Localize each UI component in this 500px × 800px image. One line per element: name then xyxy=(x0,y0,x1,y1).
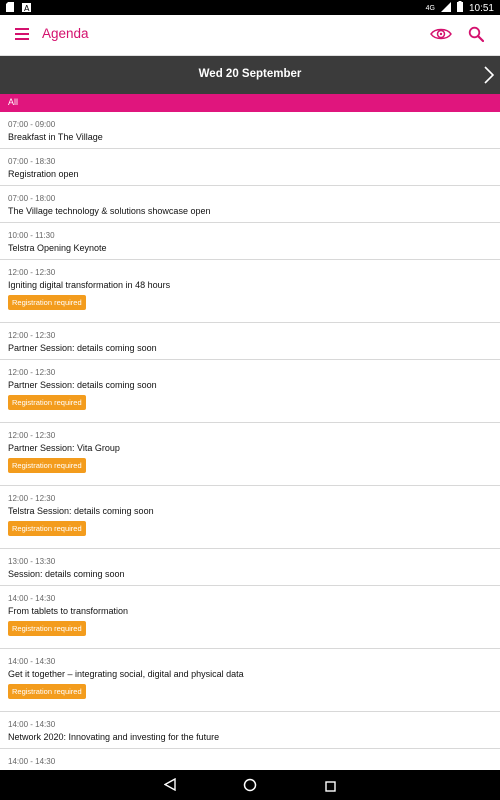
battery-icon xyxy=(456,1,463,15)
item-title: Igniting digital transformation in 48 ho… xyxy=(8,280,171,290)
item-time: 12:00 - 12:30 xyxy=(8,431,56,440)
back-icon[interactable] xyxy=(163,777,176,796)
item-time: 07:00 - 18:30 xyxy=(8,157,56,166)
clock: 10:51 xyxy=(468,2,494,14)
list-item[interactable]: 07:00 - 09:00 Breakfast in The Village xyxy=(0,112,500,149)
eye-icon[interactable] xyxy=(430,26,452,47)
item-time: 13:00 - 13:30 xyxy=(8,557,56,566)
item-time: 10:00 - 11:30 xyxy=(8,231,55,240)
item-title: Network 2020: Innovating and investing f… xyxy=(8,732,220,742)
item-title: From tablets to transformation xyxy=(8,606,129,616)
list-item[interactable]: 12:00 - 12:30 Igniting digital transform… xyxy=(0,260,500,323)
item-time: 14:00 - 14:30 xyxy=(8,594,56,603)
item-title: Telstra Session: details coming soon xyxy=(8,506,154,516)
signal-icon xyxy=(440,1,451,15)
sd-card-icon xyxy=(6,2,14,15)
item-title: The Village technology & solutions showc… xyxy=(8,206,211,216)
page-title: Agenda xyxy=(42,26,89,41)
app-bar: Agenda xyxy=(0,15,500,56)
item-time: 12:00 - 12:30 xyxy=(8,331,56,340)
list-item[interactable]: 07:00 - 18:30 Registration open xyxy=(0,149,500,186)
list-item[interactable]: 12:00 - 12:30 Telstra Session: details c… xyxy=(0,486,500,549)
list-item[interactable]: 14:00 - 14:30 xyxy=(0,749,500,770)
list-item[interactable]: 13:00 - 13:30 Session: details coming so… xyxy=(0,549,500,586)
item-time: 14:00 - 14:30 xyxy=(8,720,56,729)
list-item[interactable]: 12:00 - 12:30 Partner Session: details c… xyxy=(0,323,500,360)
registration-badge: Registration required xyxy=(8,295,86,310)
filter-all[interactable]: All xyxy=(8,97,18,107)
registration-badge: Registration required xyxy=(8,621,86,636)
item-time: 14:00 - 14:30 xyxy=(8,757,56,766)
notification-a-icon: A xyxy=(22,2,31,15)
list-item[interactable]: 10:00 - 11:30 Telstra Opening Keynote xyxy=(0,223,500,260)
list-item[interactable]: 14:00 - 14:30 Network 2020: Innovating a… xyxy=(0,712,500,749)
item-time: 12:00 - 12:30 xyxy=(8,268,56,277)
search-icon[interactable] xyxy=(468,26,485,47)
item-time: 12:00 - 12:30 xyxy=(8,368,56,377)
network-type-label: 4G xyxy=(425,4,435,12)
list-item[interactable]: 14:00 - 14:30 Get it together – integrat… xyxy=(0,649,500,712)
registration-badge: Registration required xyxy=(8,684,86,699)
item-title: Partner Session: details coming soon xyxy=(8,343,157,353)
system-nav-bar xyxy=(0,770,500,800)
item-title: Breakfast in The Village xyxy=(8,132,103,142)
chevron-right-icon[interactable] xyxy=(484,66,495,89)
item-title: Partner Session: details coming soon xyxy=(8,380,157,390)
date-label: Wed 20 September xyxy=(198,68,302,80)
registration-badge: Registration required xyxy=(8,458,86,473)
item-time: 14:00 - 14:30 xyxy=(8,657,56,666)
item-title: Session: details coming soon xyxy=(8,569,125,579)
registration-badge: Registration required xyxy=(8,395,86,410)
item-title: Telstra Opening Keynote xyxy=(8,243,107,253)
svg-text:A: A xyxy=(24,4,30,12)
filter-bar: All xyxy=(0,94,500,112)
list-item[interactable]: 12:00 - 12:30 Partner Session: details c… xyxy=(0,360,500,423)
registration-badge: Registration required xyxy=(8,521,86,536)
list-item[interactable]: 12:00 - 12:30 Partner Session: Vita Grou… xyxy=(0,423,500,486)
item-time: 12:00 - 12:30 xyxy=(8,494,56,503)
agenda-list: 07:00 - 09:00 Breakfast in The Village 0… xyxy=(0,112,500,770)
item-title: Get it together – integrating social, di… xyxy=(8,669,244,679)
item-time: 07:00 - 18:00 xyxy=(8,194,56,203)
date-bar: Wed 20 September xyxy=(0,56,500,94)
item-title: Registration open xyxy=(8,169,79,179)
status-bar: A 4G 10:51 xyxy=(0,0,500,15)
recents-icon[interactable] xyxy=(325,779,336,797)
item-time: 07:00 - 09:00 xyxy=(8,120,56,129)
menu-icon[interactable] xyxy=(15,28,29,40)
home-icon[interactable] xyxy=(243,778,257,797)
item-title: Partner Session: Vita Group xyxy=(8,443,120,453)
list-item[interactable]: 14:00 - 14:30 From tablets to transforma… xyxy=(0,586,500,649)
list-item[interactable]: 07:00 - 18:00 The Village technology & s… xyxy=(0,186,500,223)
